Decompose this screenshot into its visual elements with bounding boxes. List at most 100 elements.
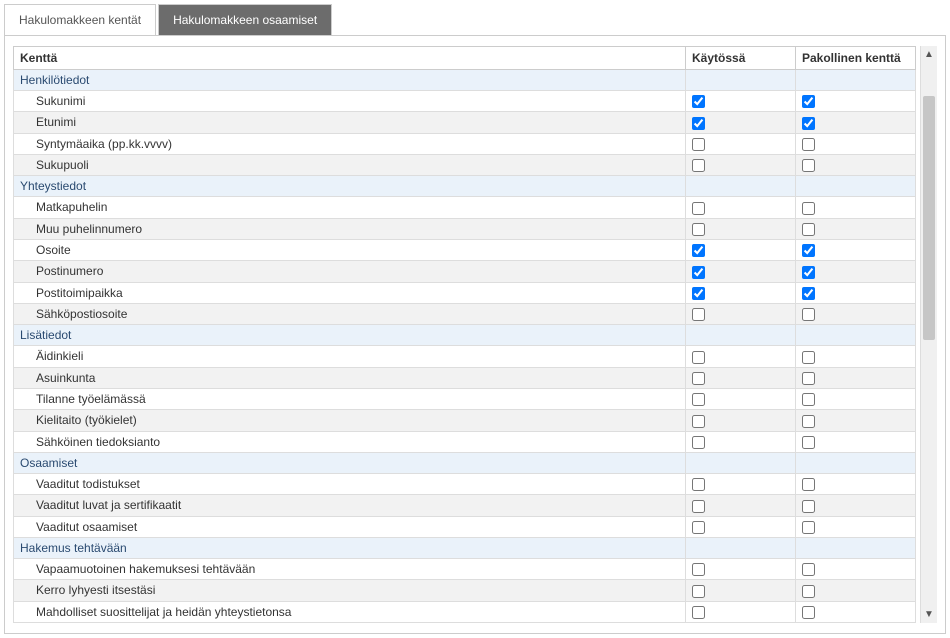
field-label: Tilanne työelämässä bbox=[14, 388, 686, 409]
mandatory-checkbox[interactable] bbox=[802, 500, 815, 513]
section-label: Yhteystiedot bbox=[14, 176, 686, 197]
in-use-checkbox[interactable] bbox=[692, 478, 705, 491]
section-cell bbox=[686, 176, 796, 197]
fields-table: Kenttä Käytössä Pakollinen kenttä Henkil… bbox=[13, 46, 916, 623]
table-row: Muu puhelinnumero bbox=[14, 218, 916, 239]
mandatory-cell bbox=[796, 367, 916, 388]
field-label: Muu puhelinnumero bbox=[14, 218, 686, 239]
scroll-track[interactable] bbox=[921, 63, 937, 606]
in-use-cell bbox=[686, 91, 796, 112]
section-label: Lisätiedot bbox=[14, 325, 686, 346]
mandatory-cell bbox=[796, 197, 916, 218]
table-row: Sukupuoli bbox=[14, 154, 916, 175]
table-row: Syntymäaika (pp.kk.vvvv) bbox=[14, 133, 916, 154]
in-use-checkbox[interactable] bbox=[692, 308, 705, 321]
in-use-cell bbox=[686, 473, 796, 494]
in-use-checkbox[interactable] bbox=[692, 351, 705, 364]
in-use-checkbox[interactable] bbox=[692, 500, 705, 513]
mandatory-checkbox[interactable] bbox=[802, 266, 815, 279]
scroll-down-icon[interactable]: ▼ bbox=[921, 606, 937, 623]
in-use-checkbox[interactable] bbox=[692, 606, 705, 619]
in-use-checkbox[interactable] bbox=[692, 266, 705, 279]
in-use-checkbox[interactable] bbox=[692, 223, 705, 236]
in-use-cell bbox=[686, 282, 796, 303]
mandatory-checkbox[interactable] bbox=[802, 159, 815, 172]
section-cell bbox=[686, 70, 796, 91]
field-label: Etunimi bbox=[14, 112, 686, 133]
mandatory-cell bbox=[796, 388, 916, 409]
mandatory-checkbox[interactable] bbox=[802, 563, 815, 576]
mandatory-checkbox[interactable] bbox=[802, 478, 815, 491]
table-row: Osoite bbox=[14, 239, 916, 260]
mandatory-checkbox[interactable] bbox=[802, 393, 815, 406]
section-header: Hakemus tehtävään bbox=[14, 537, 916, 558]
mandatory-checkbox[interactable] bbox=[802, 372, 815, 385]
in-use-checkbox[interactable] bbox=[692, 138, 705, 151]
mandatory-checkbox[interactable] bbox=[802, 244, 815, 257]
mandatory-cell bbox=[796, 431, 916, 452]
in-use-cell bbox=[686, 601, 796, 622]
mandatory-checkbox[interactable] bbox=[802, 521, 815, 534]
scroll-up-icon[interactable]: ▲ bbox=[921, 46, 937, 63]
in-use-checkbox[interactable] bbox=[692, 393, 705, 406]
table-row: Sähköinen tiedoksianto bbox=[14, 431, 916, 452]
vertical-scrollbar[interactable]: ▲ ▼ bbox=[920, 46, 937, 623]
in-use-checkbox[interactable] bbox=[692, 415, 705, 428]
scroll-thumb[interactable] bbox=[923, 96, 935, 340]
section-header: Lisätiedot bbox=[14, 325, 916, 346]
in-use-checkbox[interactable] bbox=[692, 95, 705, 108]
mandatory-cell bbox=[796, 346, 916, 367]
section-label: Henkilötiedot bbox=[14, 70, 686, 91]
mandatory-checkbox[interactable] bbox=[802, 606, 815, 619]
mandatory-checkbox[interactable] bbox=[802, 138, 815, 151]
table-row: Sähköpostiosoite bbox=[14, 303, 916, 324]
in-use-checkbox[interactable] bbox=[692, 244, 705, 257]
in-use-checkbox[interactable] bbox=[692, 436, 705, 449]
section-cell bbox=[686, 452, 796, 473]
section-cell bbox=[796, 70, 916, 91]
tab-competences[interactable]: Hakulomakkeen osaamiset bbox=[158, 4, 332, 35]
field-label: Sukupuoli bbox=[14, 154, 686, 175]
in-use-checkbox[interactable] bbox=[692, 287, 705, 300]
in-use-cell bbox=[686, 495, 796, 516]
section-header: Henkilötiedot bbox=[14, 70, 916, 91]
in-use-checkbox[interactable] bbox=[692, 585, 705, 598]
field-label: Postitoimipaikka bbox=[14, 282, 686, 303]
mandatory-cell bbox=[796, 473, 916, 494]
table-row: Asuinkunta bbox=[14, 367, 916, 388]
section-cell bbox=[686, 537, 796, 558]
in-use-cell bbox=[686, 580, 796, 601]
section-cell bbox=[796, 176, 916, 197]
section-header: Osaamiset bbox=[14, 452, 916, 473]
mandatory-checkbox[interactable] bbox=[802, 308, 815, 321]
table-row: Mahdolliset suosittelijat ja heidän yhte… bbox=[14, 601, 916, 622]
mandatory-cell bbox=[796, 601, 916, 622]
in-use-cell bbox=[686, 367, 796, 388]
mandatory-checkbox[interactable] bbox=[802, 287, 815, 300]
mandatory-checkbox[interactable] bbox=[802, 202, 815, 215]
mandatory-cell bbox=[796, 580, 916, 601]
mandatory-checkbox[interactable] bbox=[802, 223, 815, 236]
table-row: Vaaditut luvat ja sertifikaatit bbox=[14, 495, 916, 516]
mandatory-checkbox[interactable] bbox=[802, 117, 815, 130]
mandatory-checkbox[interactable] bbox=[802, 351, 815, 364]
mandatory-checkbox[interactable] bbox=[802, 95, 815, 108]
mandatory-checkbox[interactable] bbox=[802, 415, 815, 428]
mandatory-cell bbox=[796, 282, 916, 303]
in-use-checkbox[interactable] bbox=[692, 159, 705, 172]
field-label: Vapaamuotoinen hakemuksesi tehtävään bbox=[14, 558, 686, 579]
field-label: Osoite bbox=[14, 239, 686, 260]
mandatory-checkbox[interactable] bbox=[802, 585, 815, 598]
in-use-checkbox[interactable] bbox=[692, 202, 705, 215]
in-use-checkbox[interactable] bbox=[692, 372, 705, 385]
section-label: Osaamiset bbox=[14, 452, 686, 473]
in-use-checkbox[interactable] bbox=[692, 117, 705, 130]
tab-fields[interactable]: Hakulomakkeen kentät bbox=[4, 4, 156, 35]
table-row: Äidinkieli bbox=[14, 346, 916, 367]
in-use-cell bbox=[686, 197, 796, 218]
table-row: Sukunimi bbox=[14, 91, 916, 112]
in-use-checkbox[interactable] bbox=[692, 521, 705, 534]
in-use-checkbox[interactable] bbox=[692, 563, 705, 576]
mandatory-checkbox[interactable] bbox=[802, 436, 815, 449]
in-use-cell bbox=[686, 410, 796, 431]
